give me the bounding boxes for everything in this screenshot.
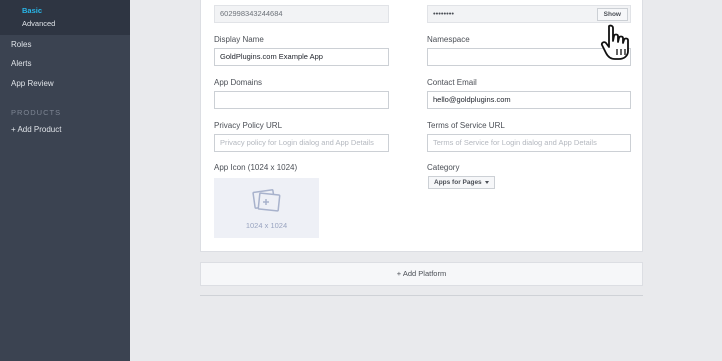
sidebar-item-app-review[interactable]: App Review <box>11 79 54 88</box>
app-icon-dimensions: 1024 x 1024 <box>245 221 288 230</box>
app-id-field[interactable]: 602998343244684 <box>214 5 389 23</box>
add-platform-button[interactable]: + Add Platform <box>200 262 643 286</box>
divider <box>200 295 643 296</box>
sidebar: Basic Advanced Roles Alerts App Review P… <box>0 0 130 361</box>
hand-pointer-icon <box>600 24 629 60</box>
sidebar-item-roles[interactable]: Roles <box>11 40 31 49</box>
sidebar-item-basic[interactable]: Basic <box>22 6 42 15</box>
app-icon-label: App Icon (1024 x 1024) <box>214 163 298 172</box>
sidebar-item-advanced[interactable]: Advanced <box>22 19 55 28</box>
namespace-label: Namespace <box>427 35 470 44</box>
basic-settings-card: 602998343244684 •••••••• Show Display Na… <box>200 0 643 252</box>
app-domains-label: App Domains <box>214 78 263 87</box>
privacy-policy-label: Privacy Policy URL <box>214 121 283 130</box>
contact-email-label: Contact Email <box>427 78 477 87</box>
app-icon-upload[interactable]: 1024 x 1024 <box>214 178 319 238</box>
category-value: Apps for Pages <box>434 179 482 186</box>
terms-of-service-label: Terms of Service URL <box>427 121 505 130</box>
chevron-down-icon <box>484 180 489 184</box>
show-secret-button[interactable]: Show <box>596 8 628 21</box>
image-placeholder-icon <box>252 189 281 212</box>
sidebar-item-add-product[interactable]: + Add Product <box>11 125 61 134</box>
category-dropdown[interactable]: Apps for Pages <box>428 176 495 189</box>
contact-email-field[interactable]: hello@goldplugins.com <box>427 91 631 109</box>
display-name-field[interactable]: GoldPlugins.com Example App <box>214 48 389 66</box>
privacy-policy-field[interactable]: Privacy policy for Login dialog and App … <box>214 134 389 152</box>
app-domains-field[interactable] <box>214 91 389 109</box>
sidebar-products-header: PRODUCTS <box>11 108 62 117</box>
sidebar-item-alerts[interactable]: Alerts <box>11 59 31 68</box>
sidebar-selected-band <box>0 0 130 35</box>
app-secret-field[interactable]: •••••••• Show <box>427 5 631 23</box>
terms-of-service-field[interactable]: Terms of Service for Login dialog and Ap… <box>427 134 631 152</box>
category-label: Category <box>427 163 460 172</box>
app-secret-value: •••••••• <box>433 9 455 18</box>
display-name-label: Display Name <box>214 35 264 44</box>
